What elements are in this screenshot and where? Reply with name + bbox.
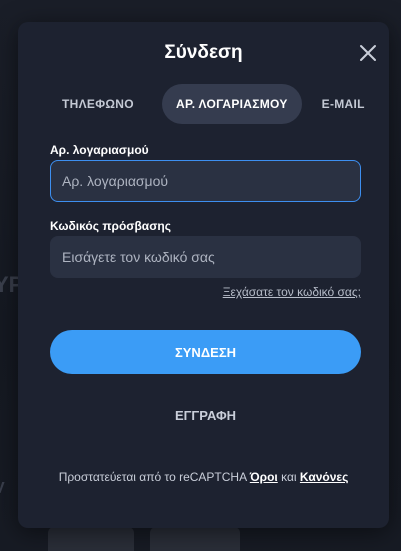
forgot-password-link[interactable]: Ξεχάσατε τον κωδικό σας; [223,285,361,299]
login-method-tabs: ΤΗΛΕΦΩΝΟ ΑΡ. ΛΟΓΑΡΙΑΣΜΟΥ E-MAIL [50,84,381,124]
password-input[interactable] [50,236,361,278]
account-number-label: Αρ. λογαριασμού [50,143,149,157]
recaptcha-text: Προστατεύεται από το reCAPTCHA [58,470,247,484]
background-thumbnail [48,527,134,551]
tab-account-number[interactable]: ΑΡ. ΛΟΓΑΡΙΑΣΜΟΥ [162,84,302,124]
background-text-fragment: V [0,480,5,498]
tab-email[interactable]: E-MAIL [322,84,365,124]
login-modal: Σύνδεση ΤΗΛΕΦΩΝΟ ΑΡ. ΛΟΓΑΡΙΑΣΜΟΥ E-MAIL … [18,22,389,528]
terms-link[interactable]: Όροι [250,470,278,484]
close-button[interactable] [355,40,381,66]
recaptcha-notice: Προστατεύεται από το reCAPTCHA Όροι και … [18,470,389,484]
modal-title: Σύνδεση [164,42,243,63]
account-number-input[interactable] [50,160,361,202]
recaptcha-and: και [281,470,297,484]
tab-phone[interactable]: ΤΗΛΕΦΩΝΟ [50,84,162,124]
rules-link[interactable]: Κανόνες [300,470,348,484]
background-thumbnail [150,527,240,551]
register-button[interactable]: ΕΓΓΡΑΦΗ [50,400,361,430]
password-label: Κωδικός πρόσβασης [50,219,171,233]
login-button[interactable]: ΣΥΝΔΕΣΗ [50,330,361,374]
close-icon [360,45,376,61]
